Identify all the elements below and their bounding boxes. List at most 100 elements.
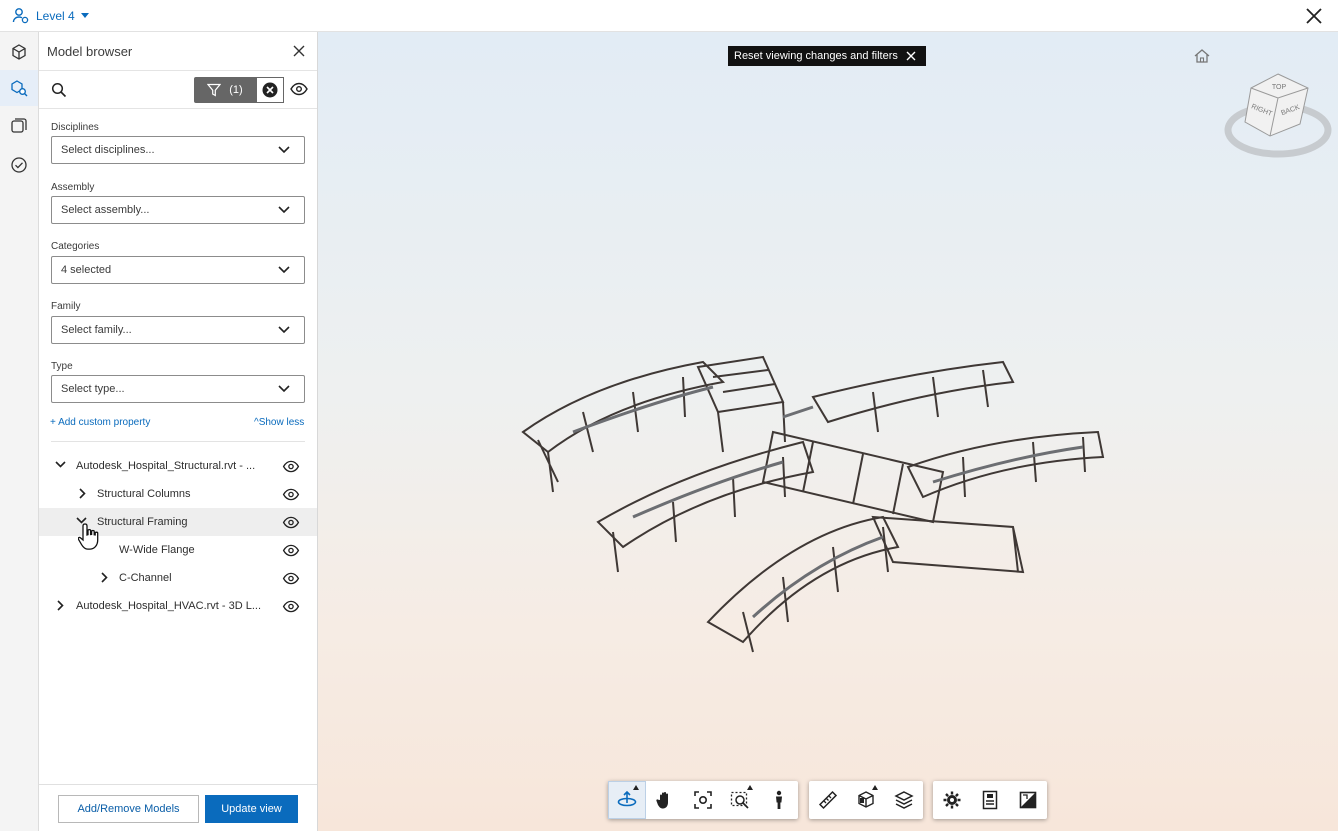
pointer-hand-icon xyxy=(78,523,99,550)
tree-item-label: Autodesk_Hospital_Structural.rvt - ... xyxy=(76,460,256,472)
eye-icon[interactable] xyxy=(282,544,300,557)
viewcube[interactable]: TOP RIGHT BACK xyxy=(1223,70,1333,160)
disciplines-select[interactable]: Select disciplines... xyxy=(51,136,305,164)
tree-item-structural-model[interactable]: Autodesk_Hospital_Structural.rvt - ... xyxy=(39,452,317,480)
section-box-icon xyxy=(858,791,874,808)
first-person-button[interactable] xyxy=(760,781,798,819)
chevron-down-icon[interactable] xyxy=(55,461,66,469)
model-layers-button[interactable] xyxy=(885,781,923,819)
filter-button[interactable]: (1) xyxy=(194,77,256,103)
rail-models-button[interactable] xyxy=(0,34,38,70)
zoom-window-icon xyxy=(730,791,749,809)
chevron-right-icon[interactable] xyxy=(79,488,87,499)
search-icon[interactable] xyxy=(51,82,67,98)
more-options-indicator xyxy=(872,785,878,790)
home-icon[interactable] xyxy=(1193,48,1211,64)
hand-icon xyxy=(656,792,668,809)
check-circle-icon xyxy=(11,157,27,173)
panel-header: Model browser xyxy=(39,32,317,71)
search-row: (1) xyxy=(39,71,317,109)
eye-icon[interactable] xyxy=(282,516,300,529)
caret-down-icon xyxy=(80,12,89,18)
reset-view-label: Reset viewing changes and filters xyxy=(734,50,898,62)
eye-icon[interactable] xyxy=(282,572,300,585)
eye-icon[interactable] xyxy=(282,488,300,501)
top-bar: Level 4 xyxy=(0,0,1338,32)
categories-select[interactable]: 4 selected xyxy=(51,256,305,284)
assembly-select[interactable]: Select assembly... xyxy=(51,196,305,224)
show-less-link[interactable]: ^Show less xyxy=(254,417,304,428)
rail-sheets-button[interactable] xyxy=(0,108,38,144)
rail-model-browser-button[interactable] xyxy=(0,70,38,106)
navigation-toolbar xyxy=(608,781,798,819)
left-rail xyxy=(0,32,39,831)
viewcube-top-label: TOP xyxy=(1272,84,1287,91)
clear-filter-button[interactable] xyxy=(256,77,284,103)
gear-icon xyxy=(943,791,961,809)
level-label: Level 4 xyxy=(36,8,75,23)
pan-button[interactable] xyxy=(646,781,684,819)
chevron-down-icon xyxy=(278,385,290,393)
tree-item-label: W-Wide Flange xyxy=(119,544,195,556)
chevron-down-icon xyxy=(278,266,290,274)
orbit-icon xyxy=(617,790,637,807)
eye-icon[interactable] xyxy=(282,600,300,613)
type-value: Select type... xyxy=(61,383,125,395)
properties-icon xyxy=(982,790,998,810)
clear-icon xyxy=(262,82,278,98)
tree-item-label: C-Channel xyxy=(119,572,172,584)
structural-model[interactable] xyxy=(513,322,1113,662)
model-browser-panel: Model browser (1) Disciplines Select dis… xyxy=(39,32,318,831)
more-options-indicator xyxy=(747,785,753,790)
more-options-indicator xyxy=(633,785,639,790)
chevron-right-icon[interactable] xyxy=(57,600,65,611)
family-select[interactable]: Select family... xyxy=(51,316,305,344)
fit-to-view-button[interactable] xyxy=(684,781,722,819)
chevron-down-icon xyxy=(278,326,290,334)
divider xyxy=(51,441,305,442)
fullscreen-button[interactable] xyxy=(1009,781,1047,819)
fit-view-icon xyxy=(694,791,712,809)
filter-icon xyxy=(207,83,222,97)
level-selector[interactable]: Level 4 xyxy=(12,7,89,25)
chevron-right-icon[interactable] xyxy=(101,572,109,583)
add-custom-property-link[interactable]: + Add custom property xyxy=(50,417,150,428)
type-label: Type xyxy=(51,361,73,372)
tree-item-structural-columns[interactable]: Structural Columns xyxy=(39,480,317,508)
panel-footer: Add/Remove Models Update view xyxy=(39,784,317,831)
tree-item-label: Autodesk_Hospital_HVAC.rvt - 3D L... xyxy=(76,600,262,612)
section-analysis-button[interactable] xyxy=(847,781,885,819)
eye-icon[interactable] xyxy=(290,82,308,96)
family-value: Select family... xyxy=(61,324,132,336)
cube-icon xyxy=(12,44,26,60)
settings-button[interactable] xyxy=(933,781,971,819)
person-icon xyxy=(776,790,782,809)
measure-button[interactable] xyxy=(809,781,847,819)
settings-toolbar xyxy=(933,781,1047,819)
tree-item-c-channel[interactable]: C-Channel xyxy=(39,564,317,592)
3d-viewport[interactable]: Reset viewing changes and filters TOP RI… xyxy=(318,32,1338,831)
properties-button[interactable] xyxy=(971,781,1009,819)
disciplines-label: Disciplines xyxy=(51,122,99,133)
assembly-label: Assembly xyxy=(51,182,95,193)
type-select[interactable]: Select type... xyxy=(51,375,305,403)
fullscreen-icon xyxy=(1019,791,1037,809)
zoom-window-button[interactable] xyxy=(722,781,760,819)
tree-item-label: Structural Columns xyxy=(97,488,191,500)
close-icon[interactable] xyxy=(293,45,305,57)
eye-icon[interactable] xyxy=(282,460,300,473)
add-remove-models-button[interactable]: Add/Remove Models xyxy=(58,795,199,823)
rail-issues-button[interactable] xyxy=(0,147,38,183)
model-browser-icon xyxy=(11,80,28,97)
reset-view-button[interactable]: Reset viewing changes and filters xyxy=(728,46,926,66)
orbit-button[interactable] xyxy=(608,781,646,819)
categories-label: Categories xyxy=(51,241,100,252)
disciplines-value: Select disciplines... xyxy=(61,144,155,156)
panel-title: Model browser xyxy=(47,43,133,59)
tree-item-hvac-model[interactable]: Autodesk_Hospital_HVAC.rvt - 3D L... xyxy=(39,592,317,620)
categories-value: 4 selected xyxy=(61,264,112,276)
chevron-down-icon xyxy=(278,146,290,154)
tools-toolbar xyxy=(809,781,923,819)
close-icon[interactable] xyxy=(1304,6,1324,26)
update-view-button[interactable]: Update view xyxy=(205,795,298,823)
